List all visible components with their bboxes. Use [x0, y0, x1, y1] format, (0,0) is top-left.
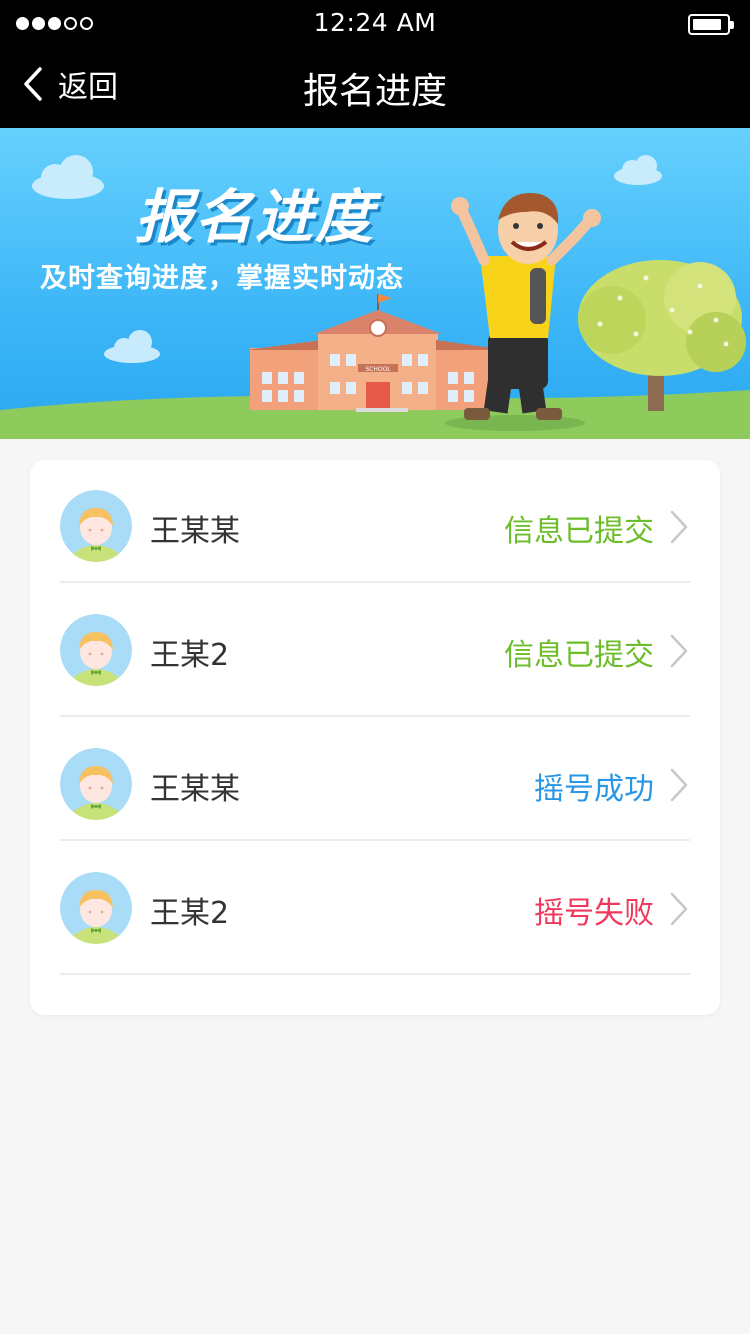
chevron-right-icon	[670, 768, 688, 802]
divider	[60, 715, 690, 717]
record-name: 王某2	[150, 896, 230, 931]
nav-bar: 返回 报名进度	[0, 48, 750, 128]
record-status: 信息已提交	[504, 638, 654, 673]
record-name: 王某2	[150, 638, 230, 673]
record-row[interactable]: 王某某 摇号成功	[60, 748, 690, 820]
divider	[60, 581, 690, 583]
banner-subtitle: 及时查询进度，掌握实时动态	[40, 263, 404, 294]
battery-icon	[688, 14, 734, 35]
chevron-right-icon	[670, 892, 688, 926]
banner: SCHOOL 报名进度 及时查询进度，掌握实时动态	[0, 128, 750, 439]
page-title: 报名进度	[302, 71, 447, 112]
chevron-right-icon	[670, 510, 688, 544]
record-name: 王某某	[150, 514, 240, 549]
record-status: 信息已提交	[504, 514, 654, 549]
banner-title: 报名进度	[135, 183, 376, 251]
record-row[interactable]: 王某2 信息已提交	[60, 614, 690, 686]
school-sign: SCHOOL	[365, 366, 391, 373]
status-bar: 12:24 AM	[0, 0, 750, 48]
avatar	[60, 872, 132, 944]
avatar	[60, 490, 132, 562]
record-status: 摇号成功	[534, 772, 654, 807]
avatar	[60, 614, 132, 686]
record-name: 王某某	[150, 772, 240, 807]
avatar	[60, 748, 132, 820]
divider	[60, 839, 690, 841]
status-time: 12:24 AM	[313, 8, 437, 37]
record-status: 摇号失败	[534, 896, 654, 931]
divider	[60, 973, 690, 975]
record-row[interactable]: 王某某 信息已提交	[60, 490, 690, 562]
records-card: 王某某 信息已提交 王某2 信息已提交 王某某 摇号成功 王某2 摇号失败	[30, 460, 720, 1015]
record-row[interactable]: 王某2 摇号失败	[60, 872, 690, 944]
chevron-right-icon	[670, 634, 688, 668]
